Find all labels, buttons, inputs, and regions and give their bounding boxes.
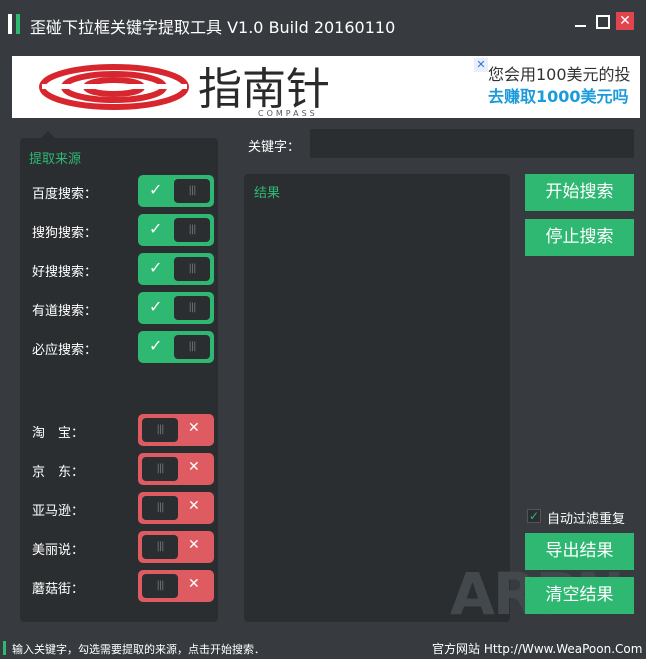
- results-title: 结果: [254, 186, 281, 201]
- toggle-jd[interactable]: ||| ✕: [138, 453, 214, 485]
- source-label: 亚马逊：: [32, 504, 85, 519]
- status-message: 输入关键字，勾选需要提取的来源，点击开始搜索．: [12, 643, 265, 656]
- keyword-label: 关键字：: [248, 140, 301, 155]
- x-icon: ✕: [188, 498, 200, 514]
- source-label: 淘 宝：: [32, 426, 85, 441]
- status-bar: 输入关键字，勾选需要提取的来源，点击开始搜索． 官方网站 Http://Www.…: [0, 637, 646, 659]
- source-row-sogou: 搜狗搜索： ✓ |||: [32, 214, 214, 246]
- dedup-checkbox[interactable]: ✓: [527, 509, 541, 523]
- window-title: 歪碰下拉框关键字提取工具 V1.0 Build 20160110: [30, 18, 396, 37]
- close-icon[interactable]: ✕: [616, 12, 634, 30]
- source-row-taobao: 淘 宝： ||| ✕: [32, 414, 214, 446]
- clear-results-button[interactable]: 清空结果: [525, 577, 634, 614]
- stop-search-button[interactable]: 停止搜索: [525, 219, 634, 256]
- ad-banner[interactable]: 指南针 COMPASS ✕ 您会用100美元的投 去赚取1000美元吗: [12, 56, 640, 118]
- source-label: 好搜搜索：: [32, 265, 98, 280]
- ad-image: 指南针 COMPASS: [12, 56, 482, 118]
- source-row-amazon: 亚马逊： ||| ✕: [32, 492, 214, 524]
- source-row-meilishuo: 美丽说： ||| ✕: [32, 531, 214, 563]
- source-label: 百度搜索：: [32, 187, 98, 202]
- status-accent: [3, 641, 6, 655]
- dedup-option[interactable]: ✓ 自动过滤重复: [527, 507, 646, 527]
- toggle-haosou[interactable]: ✓ |||: [138, 253, 214, 285]
- minimize-icon[interactable]: [572, 12, 590, 30]
- source-panel: 提取来源 百度搜索： ✓ ||| 搜狗搜索： ✓ ||| 好搜搜索： ✓ ||| 有道…: [20, 138, 218, 622]
- x-icon: ✕: [188, 420, 200, 436]
- check-icon: ✓: [149, 336, 163, 355]
- toggle-baidu[interactable]: ✓ |||: [138, 175, 214, 207]
- export-results-button[interactable]: 导出结果: [525, 533, 634, 570]
- toggle-knob[interactable]: |||: [142, 418, 178, 442]
- source-label: 搜狗搜索：: [32, 226, 98, 241]
- ad-close-icon[interactable]: ✕: [474, 58, 488, 72]
- ad-line-2: 去赚取1000美元吗: [488, 87, 629, 106]
- ad-line-1: 您会用100美元的投: [488, 65, 631, 84]
- toggle-knob[interactable]: |||: [174, 296, 210, 320]
- toggle-knob[interactable]: |||: [174, 179, 210, 203]
- start-search-button[interactable]: 开始搜索: [525, 174, 634, 211]
- source-row-baidu: 百度搜索： ✓ |||: [32, 175, 214, 207]
- source-label: 蘑菇街：: [32, 582, 85, 597]
- toggle-amazon[interactable]: ||| ✕: [138, 492, 214, 524]
- logo-subtext: COMPASS: [258, 109, 318, 118]
- results-panel[interactable]: 结果: [244, 174, 510, 622]
- source-row-mogujie: 蘑菇街： ||| ✕: [32, 570, 214, 602]
- source-row-jd: 京 东： ||| ✕: [32, 453, 214, 485]
- dedup-label[interactable]: 自动过滤重复: [547, 508, 625, 527]
- toggle-meilishuo[interactable]: ||| ✕: [138, 531, 214, 563]
- toggle-sogou[interactable]: ✓ |||: [138, 214, 214, 246]
- keyword-input[interactable]: [310, 129, 634, 158]
- toggle-taobao[interactable]: ||| ✕: [138, 414, 214, 446]
- maximize-icon[interactable]: [594, 12, 612, 30]
- ad-text[interactable]: 您会用100美元的投 去赚取1000美元吗: [488, 64, 631, 108]
- compass-logo-icon: 指南针 COMPASS: [39, 64, 330, 118]
- toggle-knob[interactable]: |||: [142, 496, 178, 520]
- title-bar: 歪碰下拉框关键字提取工具 V1.0 Build 20160110 ✕: [0, 0, 646, 52]
- website-link[interactable]: 官方网站 Http://Www.WeaPoon.Com: [432, 640, 642, 657]
- source-row-bing: 必应搜索： ✓ |||: [32, 331, 214, 363]
- check-icon: ✓: [149, 180, 163, 199]
- check-icon: ✓: [149, 297, 163, 316]
- toggle-knob[interactable]: |||: [174, 257, 210, 281]
- check-icon: ✓: [149, 219, 163, 238]
- x-icon: ✕: [188, 537, 200, 553]
- toggle-mogujie[interactable]: ||| ✕: [138, 570, 214, 602]
- source-row-haosou: 好搜搜索： ✓ |||: [32, 253, 214, 285]
- source-row-youdao: 有道搜索： ✓ |||: [32, 292, 214, 324]
- app-logo-icon: [8, 14, 22, 34]
- toggle-knob[interactable]: |||: [174, 218, 210, 242]
- source-label: 京 东：: [32, 465, 85, 480]
- source-label: 有道搜索：: [32, 304, 98, 319]
- toggle-knob[interactable]: |||: [174, 335, 210, 359]
- x-icon: ✕: [188, 576, 200, 592]
- toggle-knob[interactable]: |||: [142, 457, 178, 481]
- toggle-knob[interactable]: |||: [142, 535, 178, 559]
- x-icon: ✕: [188, 459, 200, 475]
- toggle-youdao[interactable]: ✓ |||: [138, 292, 214, 324]
- toggle-bing[interactable]: ✓ |||: [138, 331, 214, 363]
- source-label: 必应搜索：: [32, 343, 98, 358]
- toggle-knob[interactable]: |||: [142, 574, 178, 598]
- source-label: 美丽说：: [32, 543, 85, 558]
- source-panel-title: 提取来源: [29, 152, 82, 167]
- check-icon: ✓: [149, 258, 163, 277]
- logo-text: 指南针: [198, 64, 330, 115]
